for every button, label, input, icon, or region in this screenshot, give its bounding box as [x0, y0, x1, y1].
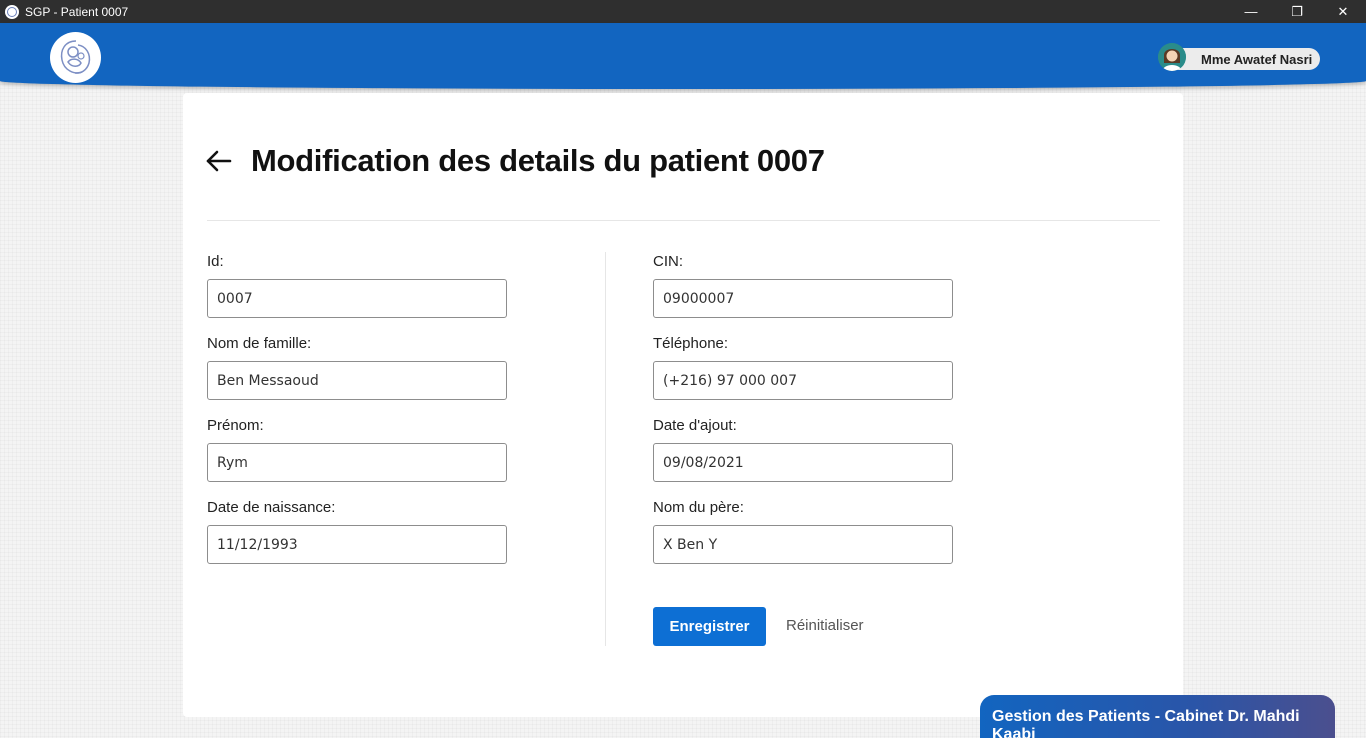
birth-date-label: Date de naissance: [207, 499, 336, 516]
minimize-button[interactable]: — [1228, 0, 1274, 23]
user-avatar-icon [1158, 43, 1186, 71]
user-menu[interactable]: Mme Awatef Nasri [1158, 43, 1320, 71]
mother-child-logo-icon[interactable] [50, 32, 101, 83]
id-label: Id: [207, 253, 224, 270]
app-header: Mme Awatef Nasri [0, 23, 1366, 89]
birth-date-field[interactable] [207, 525, 507, 564]
reset-button[interactable]: Réinitialiser [786, 617, 864, 634]
title-divider [207, 220, 1160, 221]
column-divider [605, 252, 606, 646]
phone-label: Téléphone: [653, 335, 729, 352]
close-button[interactable]: ✕ [1320, 0, 1366, 23]
cin-field[interactable] [653, 279, 953, 318]
arrow-left-icon[interactable] [205, 147, 233, 175]
save-button[interactable]: Enregistrer [653, 607, 766, 646]
last-name-label: Nom de famille: [207, 335, 312, 352]
added-date-field[interactable] [653, 443, 953, 482]
patient-edit-card: Modification des details du patient 0007… [183, 93, 1183, 717]
window-controls: — ❐ ✕ [1228, 0, 1366, 23]
father-name-label: Nom du père: [653, 499, 744, 516]
window-titlebar: SGP - Patient 0007 — ❐ ✕ [0, 0, 1366, 23]
phone-field[interactable] [653, 361, 953, 400]
app-icon [5, 4, 19, 19]
first-name-label: Prénom: [207, 417, 264, 434]
first-name-field[interactable] [207, 443, 507, 482]
added-date-label: Date d'ajout: [653, 417, 737, 434]
last-name-field[interactable] [207, 361, 507, 400]
footer-badge: Gestion des Patients - Cabinet Dr. Mahdi… [980, 695, 1335, 738]
window-title: SGP - Patient 0007 [25, 4, 129, 19]
father-name-field[interactable] [653, 525, 953, 564]
page-title: Modification des details du patient 0007 [251, 143, 825, 178]
id-field[interactable] [207, 279, 507, 318]
cin-label: CIN: [653, 253, 683, 270]
user-name: Mme Awatef Nasri [1201, 52, 1313, 67]
restore-button[interactable]: ❐ [1274, 0, 1320, 23]
